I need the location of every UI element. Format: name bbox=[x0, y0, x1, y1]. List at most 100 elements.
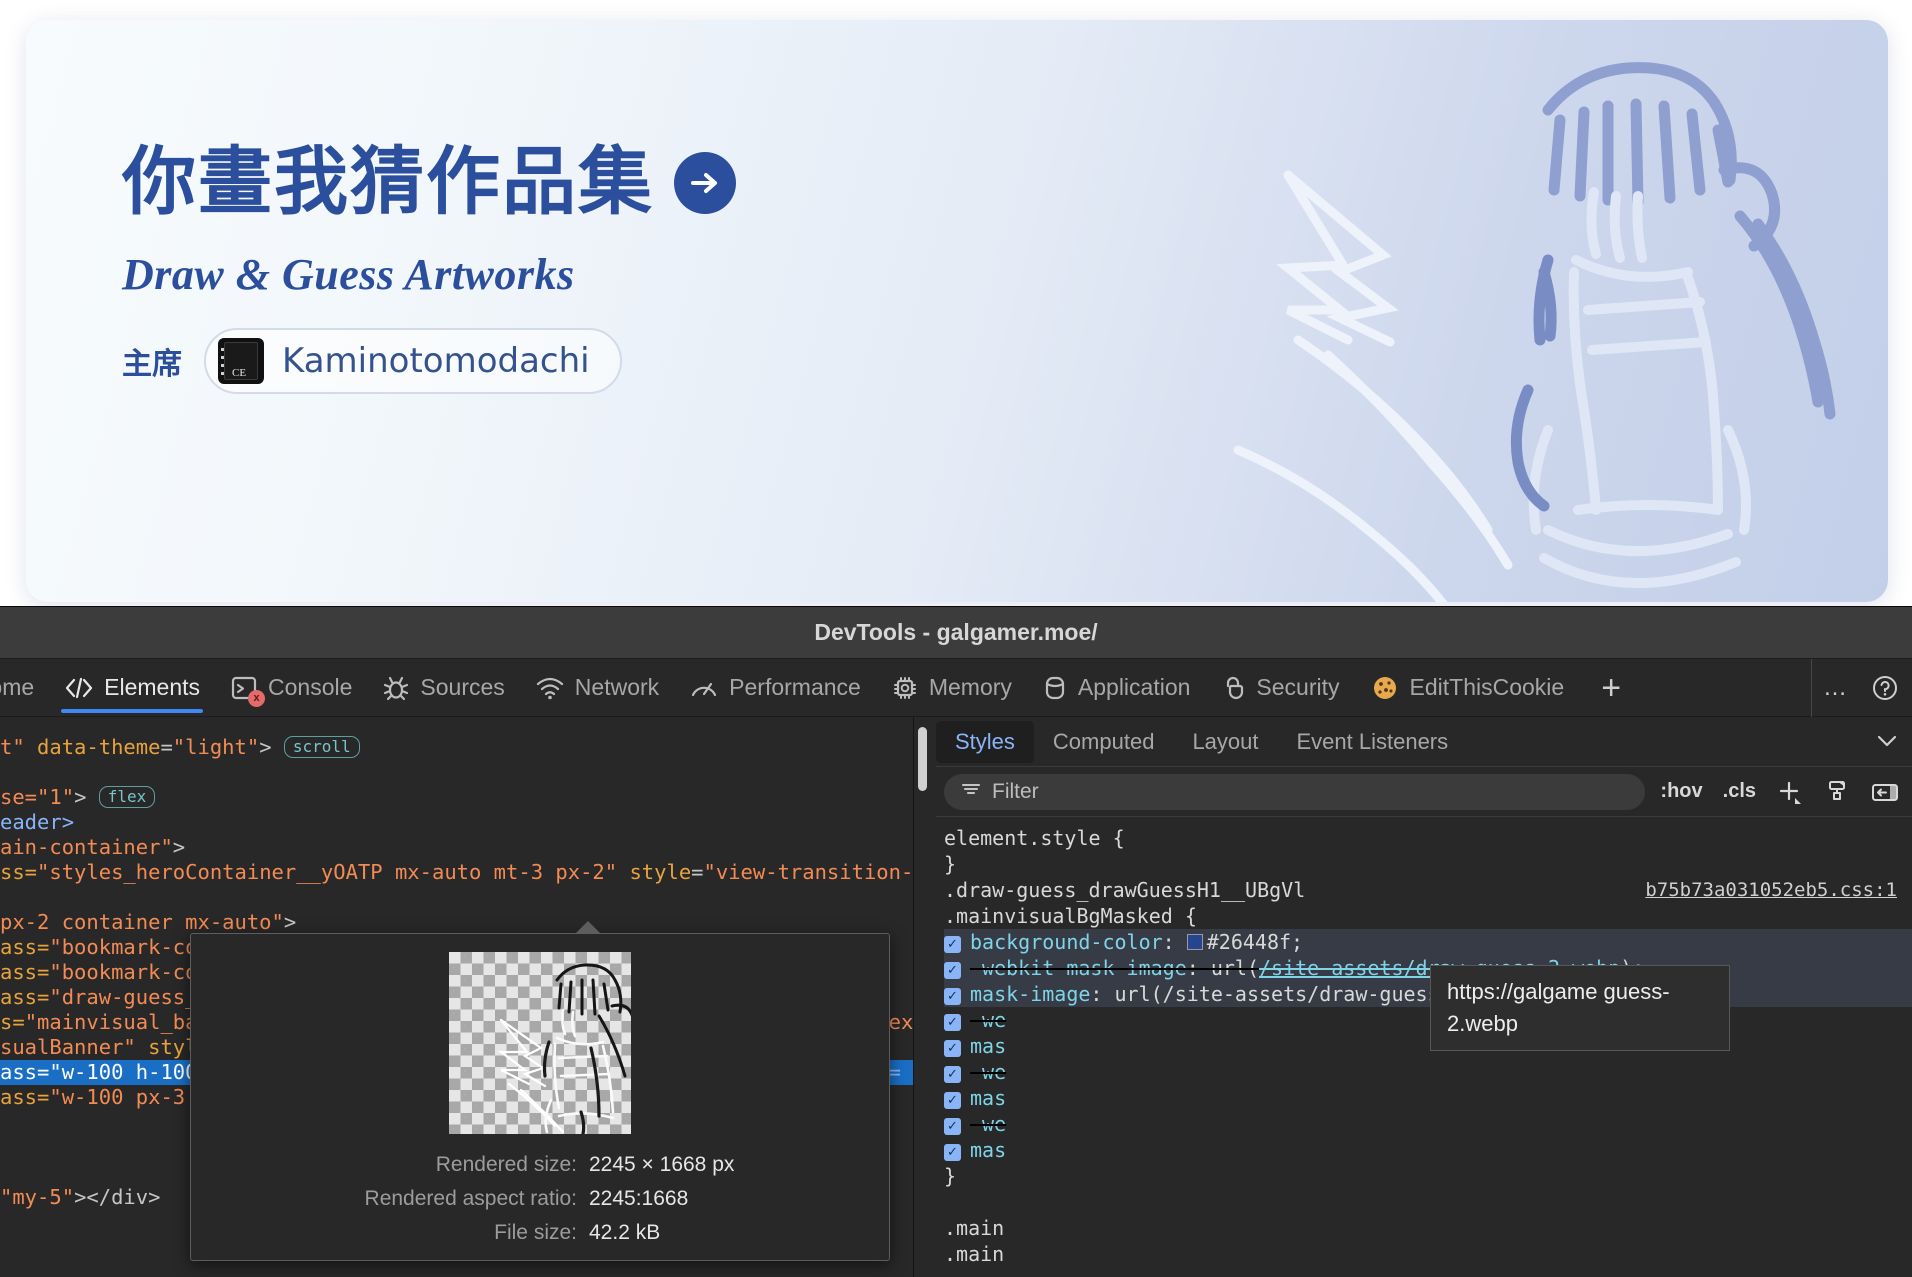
tab-application-label: Application bbox=[1078, 674, 1191, 701]
tab-performance[interactable]: Performance bbox=[674, 659, 876, 717]
css-rule-close[interactable]: } bbox=[944, 1163, 1912, 1189]
property-checkbox[interactable]: ✓ bbox=[944, 962, 961, 979]
devtools-titlebar: DevTools - galgamer.moe/ bbox=[0, 607, 1912, 659]
css-rule-selector[interactable]: element.style { bbox=[944, 825, 1912, 851]
tooltip-row: File size: 42.2 kB bbox=[191, 1216, 889, 1250]
css-property[interactable]: ✓mask-image: url(/site-assets/draw-guess… bbox=[944, 981, 1912, 1007]
speedometer-icon bbox=[689, 675, 719, 701]
aspect-ratio-value: 2245:1668 bbox=[589, 1182, 688, 1216]
tab-event-listeners[interactable]: Event Listeners bbox=[1278, 721, 1468, 763]
avatar: CE bbox=[218, 338, 264, 384]
property-checkbox[interactable]: ✓ bbox=[944, 1066, 961, 1083]
dom-node[interactable]: ain-container"> bbox=[0, 835, 913, 860]
css-rules-list[interactable]: element.style {}.draw-guess_drawGuessH1_… bbox=[936, 817, 1912, 1277]
plus-icon[interactable] bbox=[1771, 779, 1809, 805]
css-rule-selector[interactable]: .main bbox=[944, 1241, 1912, 1267]
devtools-window-title: DevTools - galgamer.moe/ bbox=[814, 619, 1097, 646]
tab-layout[interactable]: Layout bbox=[1173, 721, 1277, 763]
css-rule-close[interactable]: } bbox=[944, 851, 1912, 877]
css-property[interactable]: ✓mas bbox=[944, 1033, 1912, 1059]
tab-security[interactable]: Security bbox=[1205, 659, 1354, 717]
tab-memory-label: Memory bbox=[929, 674, 1012, 701]
styles-panel: Styles Computed Layout Event Listeners bbox=[913, 717, 1912, 1277]
styles-tabbar: Styles Computed Layout Event Listeners bbox=[936, 717, 1912, 767]
dom-node[interactable]: t" data-theme="light"> scroll bbox=[0, 735, 913, 760]
help-icon[interactable] bbox=[1862, 665, 1908, 711]
css-property[interactable]: ✓background-color: #26448f; bbox=[944, 929, 1912, 955]
property-checkbox[interactable]: ✓ bbox=[944, 936, 961, 953]
tab-console-label: Console bbox=[268, 674, 352, 701]
tab-console[interactable]: x Console bbox=[215, 659, 367, 717]
tab-welcome[interactable]: elcome bbox=[0, 659, 49, 717]
author-chip[interactable]: CE Kaminotomodachi bbox=[204, 328, 622, 394]
css-line[interactable] bbox=[944, 1189, 1912, 1215]
more-tools-button[interactable]: … bbox=[1812, 665, 1858, 711]
tab-editthiscookie[interactable]: EditThisCookie bbox=[1355, 659, 1580, 717]
search-input[interactable]: Filter bbox=[944, 774, 1645, 810]
css-property[interactable]: ✓-webkit-mask-image: url(/site-assets/dr… bbox=[944, 955, 1912, 981]
cls-toggle[interactable]: .cls bbox=[1718, 780, 1761, 803]
property-checkbox[interactable]: ✓ bbox=[944, 1040, 961, 1057]
tab-elements-label: Elements bbox=[104, 674, 200, 701]
database-icon bbox=[1042, 675, 1068, 701]
panel-resize-handle[interactable] bbox=[918, 727, 927, 791]
devtools-window: DevTools - galgamer.moe/ elcome Elements… bbox=[0, 606, 1912, 1276]
cookie-icon bbox=[1370, 674, 1400, 702]
hero-text-block: 你畫我猜作品集 Draw & Guess Artworks 主席 bbox=[122, 142, 736, 394]
property-checkbox[interactable]: ✓ bbox=[944, 1014, 961, 1031]
color-swatch[interactable] bbox=[1187, 934, 1203, 950]
property-checkbox[interactable]: ✓ bbox=[944, 1092, 961, 1109]
add-tab-button[interactable]: + bbox=[1579, 671, 1643, 705]
devtools-tabbar: elcome Elements x Console bbox=[0, 659, 1912, 717]
page-subtitle: Draw & Guess Artworks bbox=[122, 249, 736, 300]
dom-node[interactable]: se="1"> flex bbox=[0, 785, 913, 810]
dom-node[interactable]: ss="styles_heroContainer__yOATP mx-auto … bbox=[0, 860, 913, 885]
filter-placeholder: Filter bbox=[992, 780, 1039, 804]
tab-application[interactable]: Application bbox=[1027, 659, 1206, 717]
dom-node[interactable]: eader> bbox=[0, 810, 913, 835]
chip-icon bbox=[891, 675, 919, 701]
code-brackets-icon bbox=[64, 675, 94, 701]
tab-sources[interactable]: Sources bbox=[367, 659, 519, 717]
page-title: 你畫我猜作品集 bbox=[122, 142, 654, 223]
arrow-right-icon bbox=[688, 166, 722, 200]
dom-node[interactable] bbox=[0, 885, 913, 910]
css-rule-selector[interactable]: .draw-guess_drawGuessH1__UBgVlb75b73a031… bbox=[944, 877, 1912, 903]
css-property[interactable]: ✓-we bbox=[944, 1111, 1912, 1137]
css-property[interactable]: ✓-we bbox=[944, 1007, 1912, 1033]
devtools-body: t" data-theme="light"> scroll se="1"> fl… bbox=[0, 717, 1912, 1277]
css-property[interactable]: ✓mas bbox=[944, 1137, 1912, 1163]
tab-elements[interactable]: Elements bbox=[49, 659, 215, 717]
console-error-badge: x bbox=[248, 690, 265, 707]
property-checkbox[interactable]: ✓ bbox=[944, 1118, 961, 1135]
dom-node[interactable]: px-2 container mx-auto"> bbox=[0, 910, 913, 935]
tab-styles[interactable]: Styles bbox=[936, 721, 1034, 763]
css-rule-selector[interactable]: .mainvisualBgMasked { bbox=[944, 903, 1912, 929]
css-property[interactable]: ✓-we bbox=[944, 1059, 1912, 1085]
image-preview-tooltip: Rendered size: 2245 × 1668 px Rendered a… bbox=[190, 933, 890, 1261]
console-icon: x bbox=[230, 675, 258, 701]
author-name: Kaminotomodachi bbox=[282, 341, 590, 381]
tab-memory[interactable]: Memory bbox=[876, 659, 1027, 717]
property-checkbox[interactable]: ✓ bbox=[944, 1144, 961, 1161]
paintbrush-icon[interactable] bbox=[1819, 779, 1855, 805]
lock-icon bbox=[1220, 675, 1246, 701]
aspect-ratio-label: Rendered aspect ratio: bbox=[191, 1182, 589, 1216]
css-property[interactable]: ✓mas bbox=[944, 1085, 1912, 1111]
css-rule-selector[interactable]: .main bbox=[944, 1215, 1912, 1241]
dom-node[interactable] bbox=[0, 760, 913, 785]
stylesheet-source-link[interactable]: b75b73a031052eb5.css:1 bbox=[1645, 877, 1897, 903]
chevron-down-icon[interactable] bbox=[1875, 729, 1899, 755]
bug-icon bbox=[382, 675, 410, 701]
filter-icon bbox=[960, 780, 982, 803]
file-size-value: 42.2 kB bbox=[589, 1216, 660, 1250]
hero-banner: 你畫我猜作品集 Draw & Guess Artworks 主席 bbox=[26, 20, 1888, 602]
tab-network[interactable]: Network bbox=[520, 659, 674, 717]
property-checkbox[interactable]: ✓ bbox=[944, 988, 961, 1005]
rendered-size-value: 2245 × 1668 px bbox=[589, 1148, 734, 1182]
tab-computed[interactable]: Computed bbox=[1034, 721, 1174, 763]
panel-left-icon[interactable] bbox=[1865, 780, 1905, 804]
hov-toggle[interactable]: :hov bbox=[1655, 780, 1707, 803]
hero-arrow-button[interactable] bbox=[674, 152, 736, 214]
file-size-label: File size: bbox=[191, 1216, 589, 1250]
